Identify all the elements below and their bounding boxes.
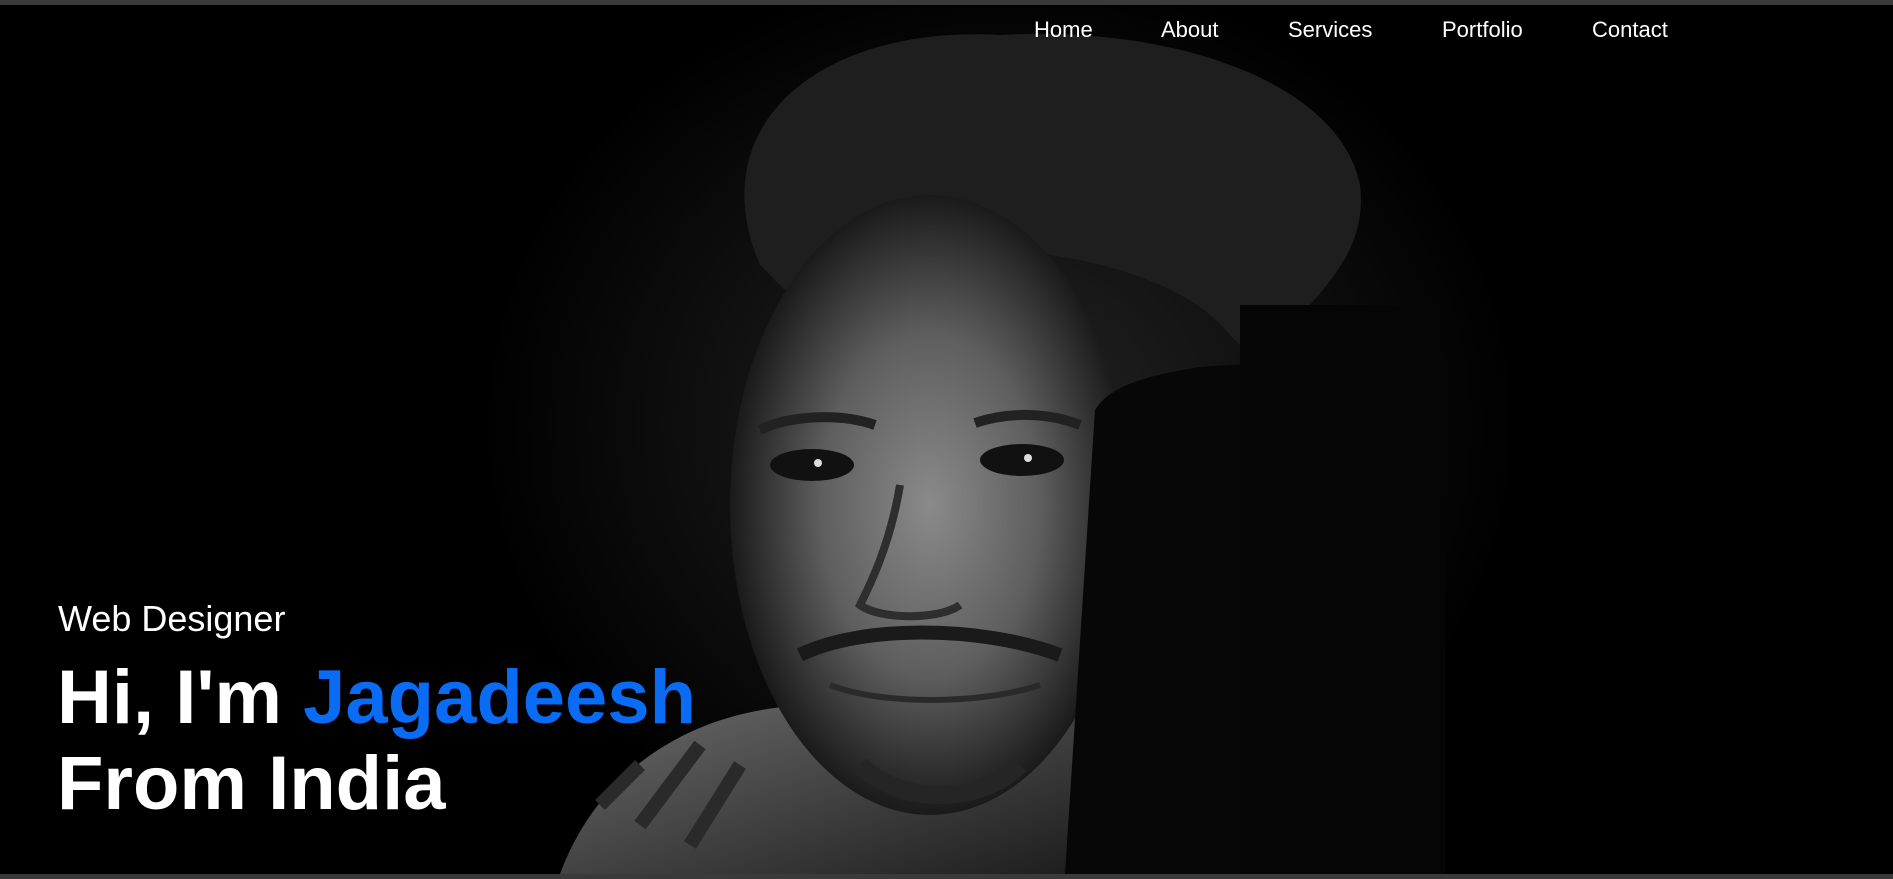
hero-greeting: Hi, I'm — [57, 655, 282, 740]
nav-link-services[interactable]: Services — [1288, 12, 1372, 48]
hero-subtitle: Web Designer — [58, 598, 286, 639]
main-navigation: Home About Services Portfolio Contact — [0, 12, 1893, 48]
nav-link-portfolio[interactable]: Portfolio — [1442, 12, 1523, 48]
hero-headline: Hi, I'm Jagadeesh From India — [57, 655, 696, 827]
nav-link-home[interactable]: Home — [1034, 12, 1093, 48]
nav-link-about[interactable]: About — [1161, 12, 1219, 48]
hero-location: From India — [57, 741, 446, 826]
nav-link-contact[interactable]: Contact — [1592, 12, 1668, 48]
hero-name: Jagadeesh — [303, 655, 697, 740]
hero-section: Home About Services Portfolio Contact We… — [0, 5, 1893, 874]
page: Home About Services Portfolio Contact We… — [0, 0, 1893, 879]
